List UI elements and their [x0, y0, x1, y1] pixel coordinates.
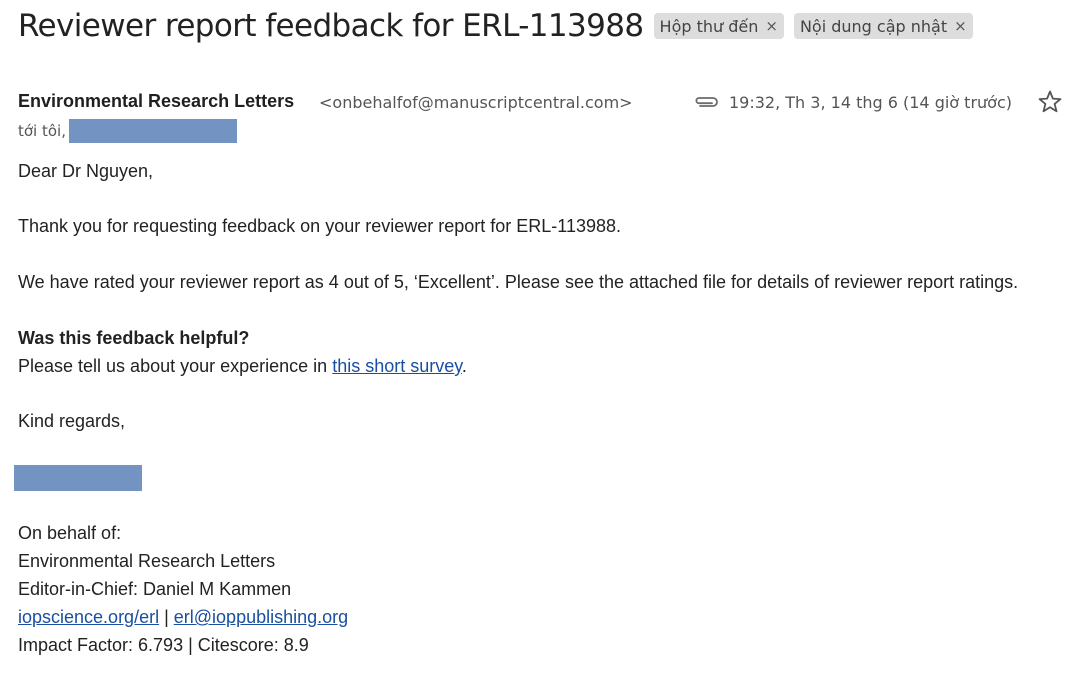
links-line: iopscience.org/erl | erl@ioppublishing.o… [18, 603, 348, 631]
message-date: 19:32, Th 3, 14 thg 6 (14 giờ trước) [729, 93, 1012, 112]
survey-prefix: Please tell us about your experience in [18, 356, 333, 376]
label-chip-text: Nội dung cập nhật [799, 16, 948, 36]
sender-name[interactable]: Environmental Research Letters [18, 91, 294, 112]
survey-line: Please tell us about your experience in … [18, 352, 467, 380]
on-behalf-label: On behalf of: [18, 523, 122, 543]
label-chip-updates[interactable]: Nội dung cập nhật × [793, 13, 973, 39]
sender-row: Environmental Research Letters <onbehalf… [18, 90, 1062, 115]
website-link[interactable]: iopscience.org/erl [18, 607, 159, 627]
recipients-row: tới tôi, [18, 119, 237, 143]
body-paragraph: We have rated your reviewer report as 4 … [18, 272, 1019, 292]
remove-label-icon[interactable]: × [765, 17, 778, 35]
paperclip-icon [694, 93, 720, 111]
journal-name: Environmental Research Letters [18, 551, 276, 571]
greeting: Dear Dr Nguyen, [18, 161, 154, 181]
survey-link[interactable]: this short survey [332, 356, 462, 376]
remove-label-icon[interactable]: × [954, 17, 967, 35]
sender-email: <onbehalfof@manuscriptcentral.com> [319, 93, 633, 112]
redacted-recipient [69, 119, 237, 143]
label-chip-text: Hộp thư đến [659, 16, 759, 36]
body-paragraph: Thank you for requesting feedback on you… [18, 216, 621, 236]
label-chip-inbox[interactable]: Hộp thư đến × [653, 13, 784, 39]
survey-suffix: . [461, 356, 467, 376]
link-separator: | [159, 607, 174, 627]
email-link[interactable]: erl@ioppublishing.org [174, 607, 348, 627]
star-icon[interactable] [1037, 89, 1063, 115]
to-label[interactable]: tới tôi, [18, 122, 66, 140]
feedback-question: Was this feedback helpful? [18, 328, 250, 348]
metrics-line: Impact Factor: 6.793 | Citescore: 8.9 [18, 635, 309, 655]
email-subject: Reviewer report feedback for ERL-113988 [18, 8, 644, 44]
closing: Kind regards, [18, 411, 126, 431]
redacted-signature [14, 465, 142, 491]
subject-row: Reviewer report feedback for ERL-113988 … [18, 8, 973, 44]
editor-line: Editor-in-Chief: Daniel M Kammen [18, 579, 292, 599]
